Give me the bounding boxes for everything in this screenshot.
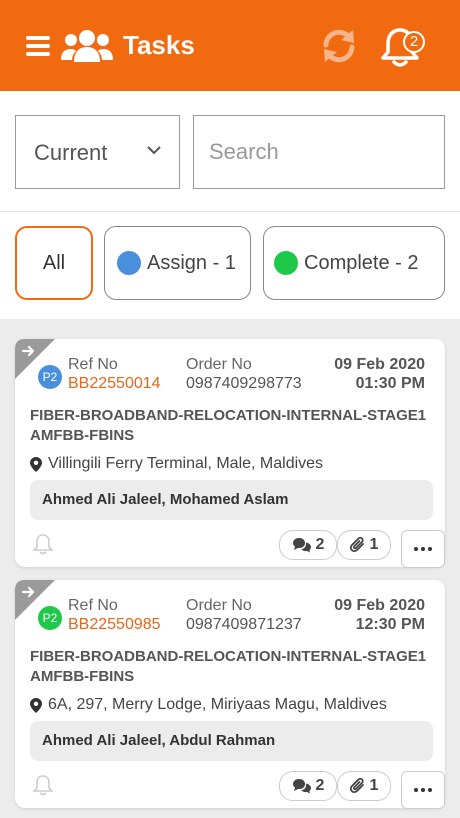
priority-badge: P2 <box>38 365 62 389</box>
priority-badge: P2 <box>38 606 62 630</box>
task-location-text: 6A, 297, Merry Lodge, Miriyaas Magu, Mal… <box>48 696 387 713</box>
attachments-count: 1 <box>369 777 379 794</box>
task-title: FIBER-BROADBAND-RELOCATION-INTERNAL-STAG… <box>30 407 427 444</box>
menu-icon[interactable] <box>26 36 50 56</box>
ref-no-label: Ref No <box>68 597 118 614</box>
order-no-value: 0987409871237 <box>186 616 302 633</box>
task-assignees: Ahmed Ali Jaleel, Abdul Rahman <box>30 721 433 761</box>
task-time: 12:30 PM <box>355 616 425 633</box>
more-options-button[interactable] <box>401 530 445 568</box>
attachments-count: 1 <box>369 536 379 553</box>
ref-no-value: BB22550985 <box>68 616 161 633</box>
comments-count: 2 <box>315 777 325 794</box>
chip-all-label: All <box>42 251 66 274</box>
status-dropdown-value: Current <box>34 140 108 165</box>
refresh-icon[interactable] <box>320 28 358 64</box>
location-pin-icon <box>30 697 42 713</box>
status-dropdown[interactable]: Current <box>15 115 180 189</box>
task-card[interactable]: P2 Ref No BB22550014 Order No 0987409298… <box>15 339 445 568</box>
comments-icon <box>292 538 311 553</box>
page-title: Tasks <box>123 30 195 60</box>
task-date: 09 Feb 2020 <box>334 356 425 373</box>
task-time: 01:30 PM <box>355 375 425 392</box>
attachments-button[interactable]: 1 <box>337 530 391 560</box>
more-dots-icon <box>414 788 432 792</box>
task-title: FIBER-BROADBAND-RELOCATION-INTERNAL-STAG… <box>30 648 427 685</box>
notification-count-badge: 2 <box>403 31 425 53</box>
task-card[interactable]: P2 Ref No BB22550985 Order No 0987409871… <box>15 580 445 809</box>
more-options-button[interactable] <box>401 771 445 809</box>
task-location: Villingili Ferry Terminal, Male, Maldive… <box>30 455 323 473</box>
comments-button[interactable]: 2 <box>279 530 337 560</box>
assign-dot-icon <box>117 251 141 275</box>
task-date: 09 Feb 2020 <box>334 597 425 614</box>
comments-count: 2 <box>315 536 325 553</box>
order-no-label: Order No <box>186 356 252 373</box>
location-pin-icon <box>30 456 42 472</box>
task-location: 6A, 297, Merry Lodge, Miriyaas Magu, Mal… <box>30 696 387 714</box>
ref-no-label: Ref No <box>68 356 118 373</box>
reminder-bell-icon[interactable] <box>33 533 53 555</box>
status-chip-bar: All Assign - 1 Complete - 2 <box>0 212 460 319</box>
reminder-bell-icon[interactable] <box>33 774 53 796</box>
comments-button[interactable]: 2 <box>279 771 337 801</box>
comments-icon <box>292 779 311 794</box>
task-location-text: Villingili Ferry Terminal, Male, Maldive… <box>48 455 324 472</box>
order-no-value: 0987409298773 <box>186 375 302 392</box>
chip-assign[interactable]: Assign - 1 <box>104 226 251 300</box>
more-dots-icon <box>414 547 432 551</box>
app-header: Tasks 2 <box>0 0 460 91</box>
paperclip-icon <box>349 536 364 553</box>
attachments-button[interactable]: 1 <box>337 771 391 801</box>
task-assignees: Ahmed Ali Jaleel, Mohamed Aslam <box>30 480 433 520</box>
chip-all[interactable]: All <box>15 226 93 300</box>
chip-assign-label: Assign - 1 <box>147 251 236 274</box>
filter-bar: Current <box>0 91 460 212</box>
search-input[interactable] <box>193 115 445 189</box>
chip-complete-label: Complete - 2 <box>304 251 419 274</box>
ref-no-value: BB22550014 <box>68 375 161 392</box>
users-group-icon <box>61 30 113 62</box>
order-no-label: Order No <box>186 597 252 614</box>
paperclip-icon <box>349 777 364 794</box>
chip-complete[interactable]: Complete - 2 <box>263 226 445 300</box>
complete-dot-icon <box>274 251 298 275</box>
chevron-down-icon <box>147 146 161 155</box>
